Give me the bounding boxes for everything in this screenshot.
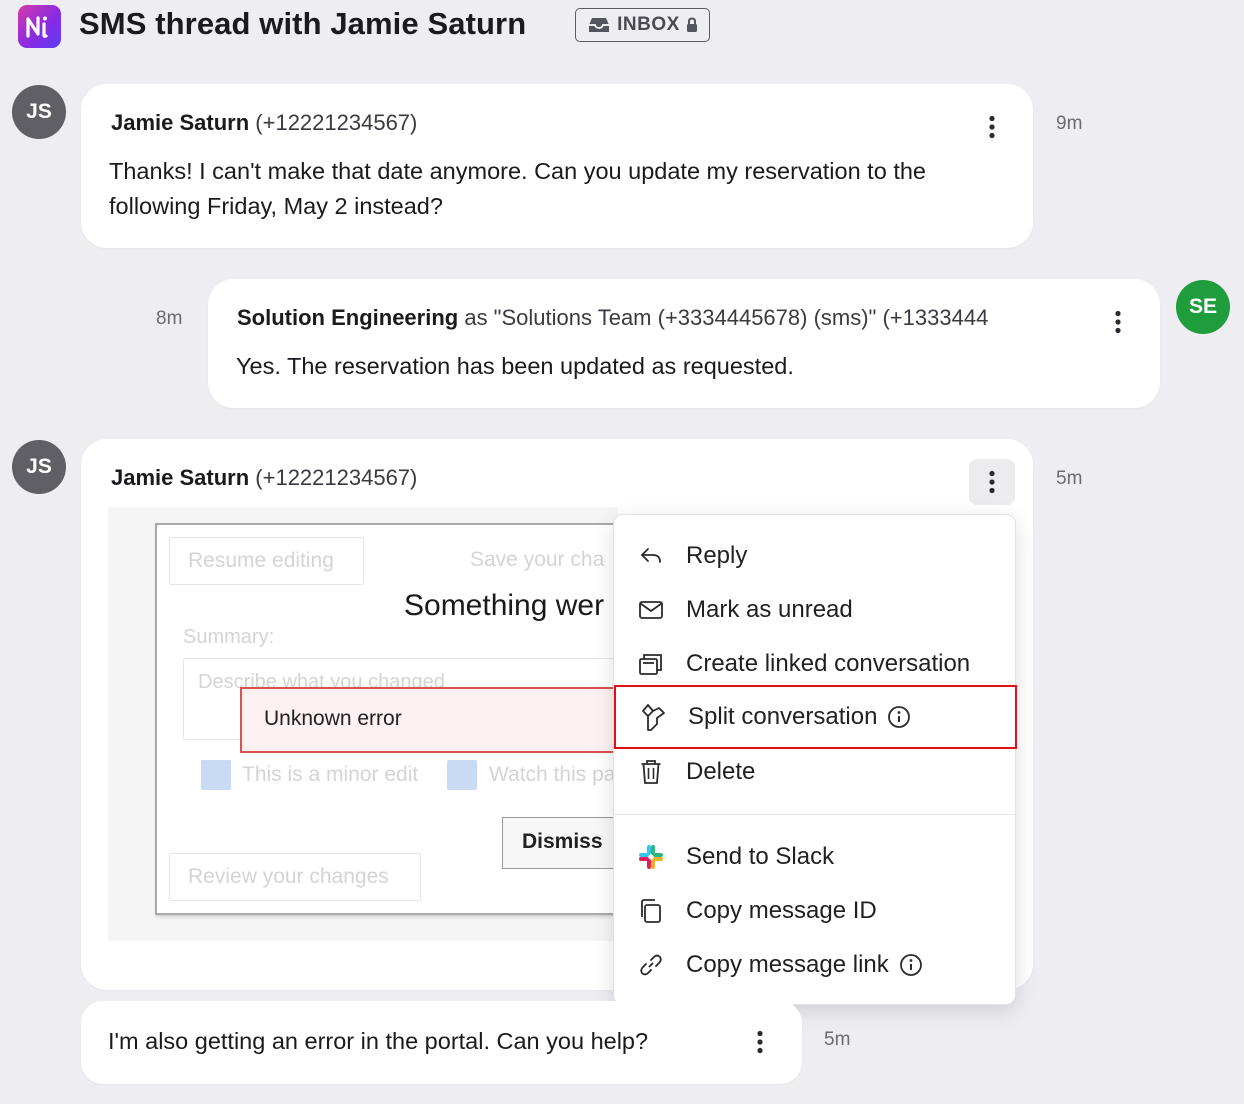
timestamp: 5m — [1056, 468, 1083, 489]
sender-name: Solution Engineering — [237, 305, 459, 330]
reply-icon — [636, 541, 666, 571]
message-text: Yes. The reservation has been updated as… — [236, 353, 794, 379]
sender-line: Jamie Saturn (+12221234567) — [111, 465, 911, 491]
envelope-icon — [636, 595, 666, 625]
error-title: Something wer — [404, 589, 605, 622]
image-attachment[interactable]: Resume editing Save your cha Something w… — [108, 507, 618, 941]
menu-item-label: Copy message link — [686, 951, 889, 978]
menu-item-create-linked[interactable]: Create linked conversation — [614, 637, 1015, 691]
linked-conversation-icon — [636, 649, 666, 679]
kebab-icon — [989, 470, 995, 494]
app-logo[interactable] — [18, 5, 61, 48]
summary-label: Summary: — [183, 626, 275, 648]
trash-icon — [636, 757, 666, 787]
split-icon — [638, 702, 668, 732]
menu-divider — [614, 814, 1015, 815]
message-text: I'm also getting an error in the portal.… — [108, 1028, 649, 1054]
page-title: SMS thread with Jamie Saturn — [79, 6, 527, 41]
logo-mark-icon — [25, 15, 48, 38]
error-message: Unknown error — [264, 707, 402, 730]
menu-item-label: Copy message ID — [686, 897, 877, 924]
message-bubble: I'm also getting an error in the portal.… — [81, 1001, 802, 1084]
timestamp: 5m — [824, 1029, 851, 1050]
link-icon — [636, 950, 666, 980]
sender-phone: (+12221234567) — [249, 110, 418, 135]
context-menu: Reply Mark as unread Create linked conve… — [613, 514, 1017, 1005]
kebab-icon — [989, 115, 995, 139]
menu-item-split-conversation[interactable]: Split conversation — [614, 685, 1017, 749]
menu-item-label: Delete — [686, 758, 756, 785]
info-icon[interactable] — [887, 705, 911, 729]
more-options-button[interactable] — [969, 104, 1015, 150]
sender-phone: (+12221234567) — [249, 465, 418, 490]
slack-icon — [636, 842, 666, 872]
kebab-icon — [1115, 310, 1121, 334]
inbox-icon — [589, 18, 610, 32]
sender-name: Jamie Saturn — [111, 110, 250, 135]
timestamp: 8m — [156, 308, 183, 329]
menu-item-mark-unread[interactable]: Mark as unread — [614, 583, 1015, 637]
more-options-button[interactable] — [1095, 299, 1141, 345]
error-message-box: Unknown error — [240, 687, 618, 753]
menu-item-copy-message-link[interactable]: Copy message link — [614, 938, 1015, 992]
resume-editing-button: Resume editing — [169, 537, 364, 585]
timestamp: 9m — [1056, 113, 1083, 134]
error-dialog-screenshot: Resume editing Save your cha Something w… — [155, 523, 618, 915]
dismiss-button: Dismiss — [502, 817, 618, 869]
menu-item-send-to-slack[interactable]: Send to Slack — [614, 830, 1015, 884]
avatar[interactable]: SE — [1176, 280, 1230, 334]
more-options-button[interactable] — [737, 1019, 783, 1065]
kebab-icon — [757, 1030, 763, 1054]
minor-edit-label: This is a minor edit — [242, 763, 419, 786]
menu-item-reply[interactable]: Reply — [614, 529, 1015, 583]
avatar[interactable]: JS — [12, 85, 66, 139]
message-text: Thanks! I can't make that date anymore. … — [109, 158, 926, 219]
more-options-button[interactable] — [969, 459, 1015, 505]
menu-item-label: Create linked conversation — [686, 650, 971, 677]
menu-item-label: Mark as unread — [686, 596, 853, 623]
checkbox-icon — [447, 760, 477, 790]
lock-icon — [686, 17, 697, 32]
menu-item-label: Reply — [686, 542, 748, 569]
inbox-badge[interactable]: INBOX — [575, 8, 710, 42]
watch-page-label: Watch this pa — [489, 763, 616, 786]
copy-icon — [636, 896, 666, 926]
sender-detail: as "Solutions Team (+3334445678) (sms)" … — [458, 305, 989, 330]
menu-item-delete[interactable]: Delete — [614, 745, 1015, 799]
review-changes-button: Review your changes — [169, 853, 421, 901]
info-icon[interactable] — [899, 953, 923, 977]
inbox-badge-label: INBOX — [617, 14, 680, 35]
menu-item-copy-message-id[interactable]: Copy message ID — [614, 884, 1015, 938]
menu-item-label: Split conversation — [688, 703, 878, 730]
save-changes-text: Save your cha — [470, 548, 605, 571]
sender-line: Solution Engineering as "Solutions Team … — [237, 305, 1080, 331]
checkbox-icon — [201, 760, 231, 790]
message-bubble: Jamie Saturn (+12221234567) Thanks! I ca… — [81, 84, 1033, 248]
menu-item-label: Send to Slack — [686, 843, 835, 870]
sender-name: Jamie Saturn — [111, 465, 250, 490]
avatar[interactable]: JS — [12, 440, 66, 494]
sender-line: Jamie Saturn (+12221234567) — [111, 110, 991, 136]
message-bubble: Solution Engineering as "Solutions Team … — [208, 279, 1160, 408]
